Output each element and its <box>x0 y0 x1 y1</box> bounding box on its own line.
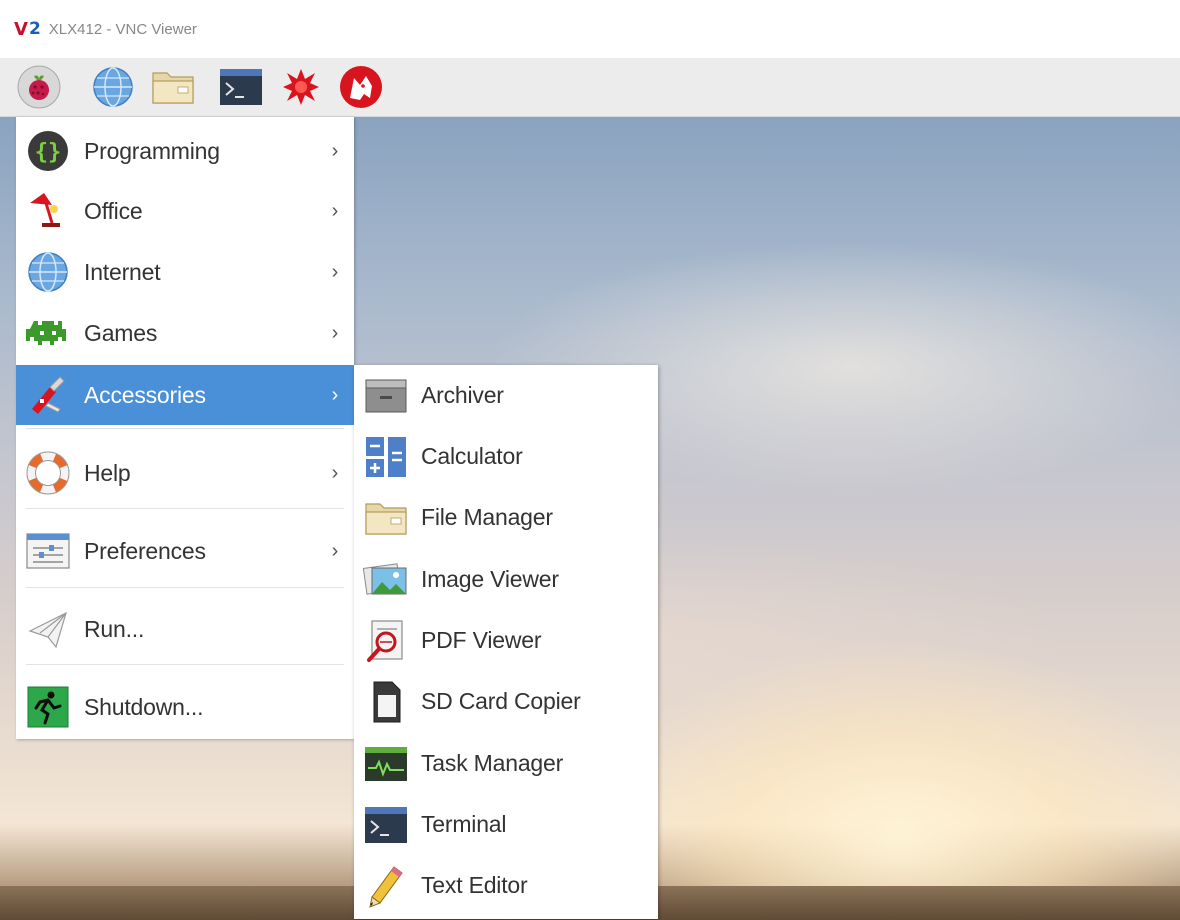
menu-item-games[interactable]: Games › <box>16 303 354 363</box>
calculator-icon <box>362 433 410 481</box>
application-menu: {} Programming › Office › Internet › Gam… <box>16 117 354 739</box>
terminal-button[interactable] <box>218 64 264 110</box>
web-browser-button[interactable] <box>90 64 136 110</box>
menu-item-shutdown[interactable]: Shutdown... <box>16 677 354 737</box>
submenu-item-pdf-viewer[interactable]: PDF Viewer <box>354 610 658 671</box>
wolf-icon <box>340 66 382 108</box>
terminal-icon <box>220 69 262 105</box>
menu-item-programming[interactable]: {} Programming › <box>16 121 354 181</box>
menu-item-run[interactable]: Run... <box>16 599 354 659</box>
menu-item-office[interactable]: Office › <box>16 181 354 241</box>
lifebuoy-icon <box>24 449 72 497</box>
menu-item-preferences[interactable]: Preferences › <box>16 521 354 581</box>
menu-item-accessories[interactable]: Accessories › <box>16 365 354 425</box>
pdf-magnifier-icon <box>362 617 410 665</box>
running-man-icon <box>24 683 72 731</box>
chevron-right-icon: › <box>331 461 339 484</box>
window-title-bar[interactable]: V2 XLX412 - VNC Viewer <box>0 0 1180 58</box>
settings-window-icon <box>24 527 72 575</box>
wolfram-star-icon <box>283 69 319 105</box>
sd-card-icon <box>362 678 410 726</box>
mathematica-button[interactable] <box>338 64 384 110</box>
wolfram-button[interactable] <box>278 64 324 110</box>
paper-plane-icon <box>24 605 72 653</box>
terminal-icon <box>362 801 410 849</box>
submenu-item-calculator[interactable]: Calculator <box>354 426 658 487</box>
submenu-item-file-manager[interactable]: File Manager <box>354 487 658 548</box>
menu-item-internet[interactable]: Internet › <box>16 242 354 302</box>
swiss-knife-icon <box>24 371 72 419</box>
archive-drawer-icon <box>362 372 410 420</box>
folder-icon <box>152 72 194 104</box>
braces-icon: {} <box>24 127 72 175</box>
window-title: XLX412 - VNC Viewer <box>48 20 197 38</box>
desk-lamp-icon <box>24 187 72 235</box>
folder-icon <box>362 494 410 542</box>
globe-icon <box>93 67 133 107</box>
menu-item-help[interactable]: Help › <box>16 443 354 503</box>
menu-separator <box>26 508 344 509</box>
submenu-item-text-editor[interactable]: Text Editor <box>354 855 658 916</box>
chevron-right-icon: › <box>331 539 339 562</box>
submenu-item-image-viewer[interactable]: Image Viewer <box>354 549 658 610</box>
menu-separator <box>26 587 344 588</box>
submenu-item-task-manager[interactable]: Task Manager <box>354 733 658 794</box>
submenu-item-sd-card-copier[interactable]: SD Card Copier <box>354 671 658 732</box>
chevron-right-icon: › <box>331 139 339 162</box>
monitor-graph-icon <box>362 740 410 788</box>
space-invader-icon <box>24 309 72 357</box>
file-manager-button[interactable] <box>150 64 196 110</box>
chevron-right-icon: › <box>331 321 339 344</box>
menu-separator <box>26 664 344 665</box>
svg-text:{}: {} <box>35 140 62 165</box>
taskbar-panel <box>0 58 1180 117</box>
vnc-viewer-logo-icon: V2 <box>14 18 41 40</box>
globe-icon <box>24 248 72 296</box>
submenu-item-archiver[interactable]: Archiver <box>354 365 658 426</box>
submenu-item-terminal[interactable]: Terminal <box>354 794 658 855</box>
chevron-right-icon: › <box>331 260 339 283</box>
raspberry-menu-button[interactable] <box>16 64 62 110</box>
landscape-picture-icon <box>362 556 410 604</box>
raspberry-icon <box>17 65 61 109</box>
pencil-icon <box>362 862 410 910</box>
accessories-submenu: Archiver Calculator File Manager Image V… <box>354 365 658 919</box>
chevron-right-icon: › <box>331 199 339 222</box>
menu-separator <box>26 428 344 429</box>
chevron-right-icon: › <box>331 383 339 406</box>
